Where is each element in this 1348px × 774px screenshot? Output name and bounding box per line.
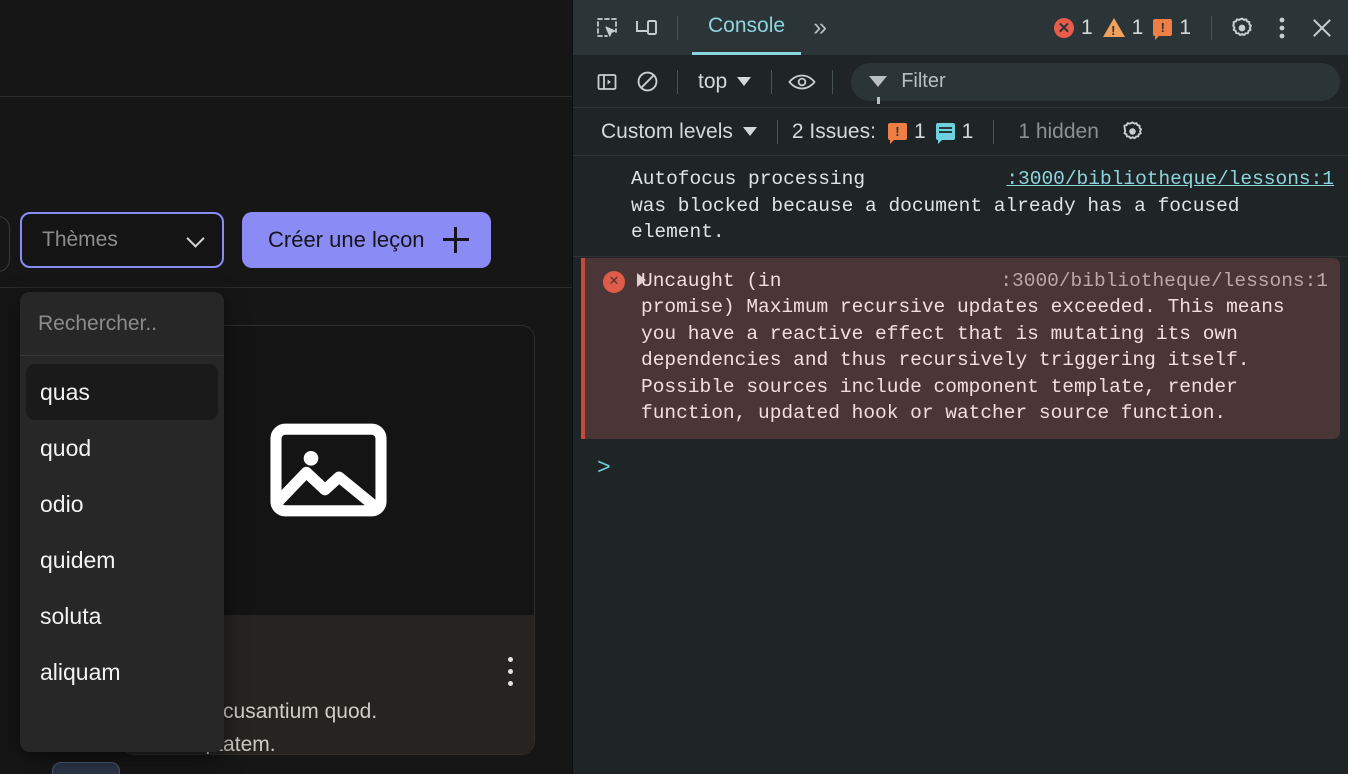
chevron-double-right-icon[interactable]: » xyxy=(801,13,839,42)
divider xyxy=(677,69,678,94)
themes-option-quidem[interactable]: quidem xyxy=(26,532,218,588)
device-toolbar-icon[interactable] xyxy=(627,8,667,48)
divider xyxy=(677,15,678,40)
create-lesson-label: Créer une leçon xyxy=(268,226,425,252)
triangle-right-icon[interactable] xyxy=(637,272,646,287)
error-count-label: 1 xyxy=(1080,15,1093,39)
option-label: soluta xyxy=(40,602,102,629)
issues-info-count[interactable]: 1 xyxy=(935,119,974,144)
hidden-messages-label[interactable]: 1 hidden xyxy=(1018,120,1099,144)
divider xyxy=(776,119,778,144)
option-label: aliquam xyxy=(40,658,121,685)
image-placeholder-icon xyxy=(241,400,416,540)
error-circle-icon: ✕ xyxy=(603,270,625,293)
themes-dropdown: Rechercher.. quas quod odio quidem solut… xyxy=(20,292,224,752)
issue-count-label: 1 xyxy=(913,119,926,143)
themes-option-quas[interactable]: quas xyxy=(26,364,218,420)
themes-select-label: Thèmes xyxy=(42,227,118,251)
chevron-down-icon xyxy=(188,232,204,248)
themes-option-aliquam[interactable]: aliquam xyxy=(26,644,218,700)
execution-context-label: top xyxy=(698,69,728,93)
gear-icon[interactable] xyxy=(1113,112,1153,152)
log-levels-select[interactable]: Custom levels xyxy=(591,120,767,144)
console-message-source-link[interactable]: :3000/bibliotheque/lessons:1 xyxy=(1000,268,1328,295)
devtools-level-bar: Custom levels 2 Issues: ! 1 1 1 hidden xyxy=(573,108,1348,156)
divider xyxy=(993,119,995,144)
console-message-text: Uncaught (in xyxy=(641,269,782,292)
kebab-menu-icon[interactable] xyxy=(508,657,514,693)
warning-count-label: 1 xyxy=(1131,15,1144,39)
log-levels-label: Custom levels xyxy=(601,119,733,143)
themes-search-placeholder: Rechercher.. xyxy=(38,311,158,335)
console-message-list[interactable]: :3000/bibliotheque/lessons:1 Autofocus p… xyxy=(573,156,1348,774)
error-circle-icon: ✕ xyxy=(1053,17,1074,38)
info-square-icon xyxy=(935,123,955,144)
option-label: quod xyxy=(40,434,92,461)
divider xyxy=(771,69,773,94)
devtools-panel: Console » ✕ 1 1 ! 1 xyxy=(572,0,1348,774)
app-action-toolbar: Thèmes Créer une leçon xyxy=(0,192,572,288)
app-subheader xyxy=(0,98,572,192)
console-prompt[interactable]: > xyxy=(573,439,1348,481)
clear-console-icon[interactable] xyxy=(627,62,667,102)
console-filter-placeholder: Filter xyxy=(901,70,946,92)
themes-select[interactable]: Thèmes xyxy=(20,211,224,268)
warning-triangle-icon xyxy=(1102,18,1125,38)
console-message-error[interactable]: ✕ :3000/bibliotheque/lessons:1 Uncaught … xyxy=(581,257,1340,439)
issue-count[interactable]: ! 1 xyxy=(1153,16,1191,40)
console-message-text-rest: was blocked because a document already h… xyxy=(631,194,1240,244)
filter-funnel-icon xyxy=(869,76,888,104)
option-label: quas xyxy=(40,378,90,405)
tab-console-label: Console xyxy=(708,14,786,37)
console-message-text: Autofocus processing xyxy=(631,168,865,190)
console-sidebar-icon[interactable] xyxy=(587,62,627,102)
console-message-text-rest: promise) Maximum recursive updates excee… xyxy=(641,296,1285,424)
create-lesson-button[interactable]: Créer une leçon xyxy=(242,211,491,268)
issues-summary-label[interactable]: 2 Issues: xyxy=(792,120,876,144)
plus-icon xyxy=(442,226,469,253)
divider xyxy=(1211,15,1212,40)
devtools-tabbar: Console » ✕ 1 1 ! 1 xyxy=(573,0,1348,56)
themes-option-odio[interactable]: odio xyxy=(26,476,218,532)
screen: Thèmes Créer une leçon cidunt accusantiu… xyxy=(0,0,1348,774)
close-icon[interactable] xyxy=(1302,8,1342,48)
chevron-down-icon xyxy=(737,77,752,86)
console-filter-input[interactable]: Filter xyxy=(851,62,1340,104)
error-count[interactable]: ✕ 1 xyxy=(1053,15,1093,40)
themes-search-input[interactable]: Rechercher.. xyxy=(20,292,224,356)
console-message-source-link[interactable]: :3000/bibliotheque/lessons:1 xyxy=(1006,166,1334,193)
console-message-warning[interactable]: :3000/bibliotheque/lessons:1 Autofocus p… xyxy=(573,156,1348,257)
themes-option-list: quas quod odio quidem soluta aliquam xyxy=(20,356,224,708)
card-badge xyxy=(52,762,120,774)
app-topbar xyxy=(0,0,572,97)
warning-count[interactable]: 1 xyxy=(1102,15,1144,40)
option-label: odio xyxy=(40,490,84,517)
live-expression-icon[interactable] xyxy=(782,62,822,102)
themes-option-soluta[interactable]: soluta xyxy=(26,588,218,644)
devtools-console-toolbar: top Filter xyxy=(573,56,1348,108)
console-message-text-before: Autofocus processing xyxy=(631,168,866,190)
info-count-label: 1 xyxy=(961,119,974,143)
issue-count-label: 1 xyxy=(1179,15,1191,39)
option-label: quidem xyxy=(40,546,116,573)
inspect-element-icon[interactable] xyxy=(587,8,627,48)
issue-square-icon: ! xyxy=(1153,19,1173,40)
kebab-menu-icon[interactable] xyxy=(1262,8,1302,48)
issue-square-icon: ! xyxy=(887,123,907,144)
themes-option-quod[interactable]: quod xyxy=(26,420,218,476)
chevron-down-icon xyxy=(742,127,757,136)
tab-console[interactable]: Console xyxy=(692,0,802,55)
divider xyxy=(832,69,834,94)
execution-context-select[interactable]: top xyxy=(688,70,761,94)
issues-issue-count[interactable]: ! 1 xyxy=(887,119,926,144)
console-prompt-symbol: > xyxy=(597,454,611,481)
gear-icon[interactable] xyxy=(1222,8,1262,48)
web-app-pane: Thèmes Créer une leçon cidunt accusantiu… xyxy=(0,0,572,774)
